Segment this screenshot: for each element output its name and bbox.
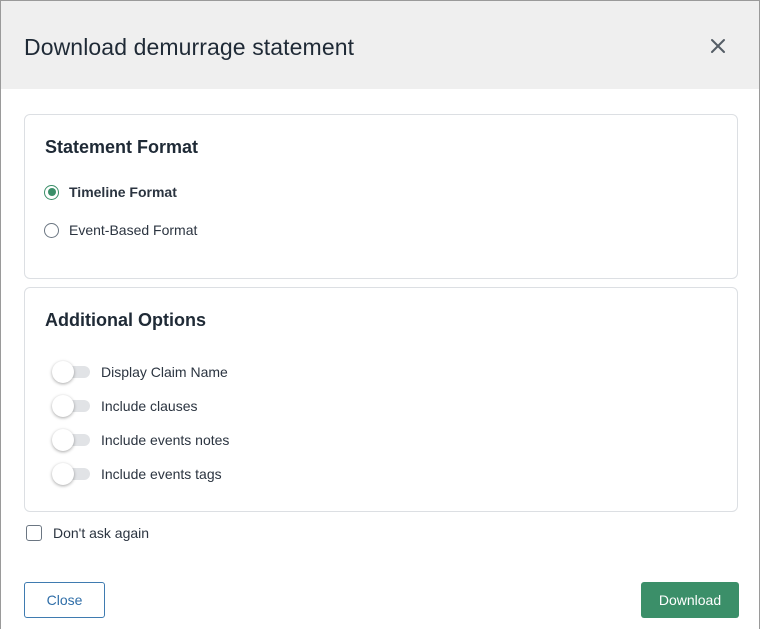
dialog-title: Download demurrage statement (24, 34, 355, 60)
toggle-switch[interactable] (52, 395, 90, 417)
toggle-switch[interactable] (52, 429, 90, 451)
dialog-header: Download demurrage statement (1, 1, 759, 89)
toggle-label: Display Claim Name (101, 364, 228, 380)
radio-event-based-format[interactable]: Event-Based Format (44, 221, 197, 239)
radio-label: Event-Based Format (69, 222, 198, 238)
toggle-switch[interactable] (52, 361, 90, 383)
additional-options-heading: Additional Options (45, 310, 206, 330)
download-statement-dialog: Download demurrage statement Statement F… (0, 0, 760, 629)
statement-format-card: Statement Format Timeline Format Event-B… (24, 114, 738, 279)
close-icon[interactable] (707, 35, 729, 57)
statement-format-heading: Statement Format (45, 137, 199, 157)
radio-unchecked-icon[interactable] (44, 222, 59, 238)
additional-options-card: Additional Options Display Claim Name In… (24, 287, 738, 512)
dont-ask-again-label: Don't ask again (53, 525, 150, 541)
toggle-label: Include clauses (101, 398, 198, 414)
toggle-label: Include events notes (101, 432, 230, 448)
download-button[interactable]: Download (641, 582, 739, 618)
radio-checked-icon[interactable] (44, 184, 59, 200)
radio-timeline-format[interactable]: Timeline Format (44, 183, 177, 201)
toggle-display-claim-name[interactable]: Display Claim Name (52, 361, 228, 383)
toggle-include-events-tags[interactable]: Include events tags (52, 463, 222, 485)
toggle-include-events-notes[interactable]: Include events notes (52, 429, 229, 451)
toggle-switch[interactable] (52, 463, 90, 485)
radio-label: Timeline Format (69, 184, 177, 200)
toggle-label: Include events tags (101, 466, 222, 482)
close-button[interactable]: Close (24, 582, 105, 618)
toggle-include-clauses[interactable]: Include clauses (52, 395, 198, 417)
dont-ask-again-checkbox[interactable] (26, 525, 42, 541)
dont-ask-again-option[interactable]: Don't ask again (26, 524, 149, 542)
